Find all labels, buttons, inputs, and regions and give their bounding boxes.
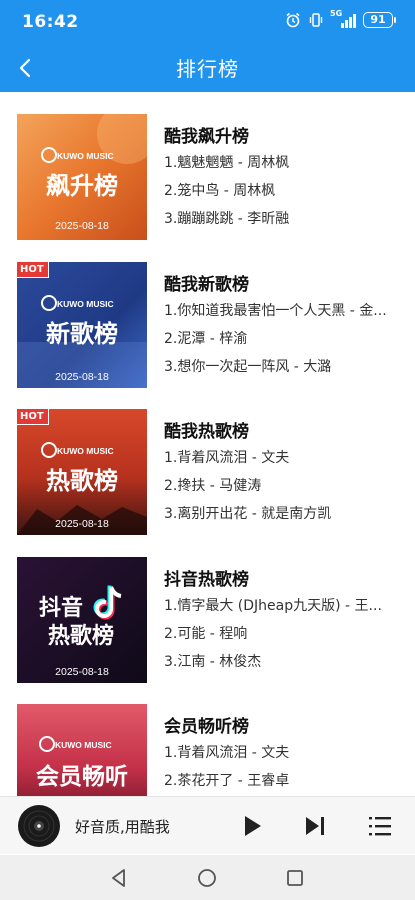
network-type: 5G: [330, 9, 343, 18]
play-icon[interactable]: [240, 813, 264, 839]
hot-badge: HOT: [17, 409, 49, 425]
nav-back-triangle-icon[interactable]: [108, 867, 130, 889]
track-item[interactable]: 2.笼中鸟 - 周林枫: [164, 180, 400, 200]
status-time: 16:42: [22, 12, 79, 32]
track-item[interactable]: 1.背着风流泪 - 文夫: [164, 447, 400, 467]
track-item[interactable]: 2.搀扶 - 马健涛: [164, 475, 400, 495]
chart-cover[interactable]: KUWO MUSIC 热歌榜 2025-08-18 HOT: [17, 409, 147, 535]
track-item[interactable]: 2.茶花开了 - 王睿卓: [164, 770, 400, 790]
track-item[interactable]: 3.离别开出花 - 就是南方凯: [164, 503, 400, 523]
cover-date: 2025-08-18: [55, 666, 109, 678]
album-disc-icon[interactable]: [17, 804, 61, 848]
skip-next-icon[interactable]: [302, 813, 328, 839]
cover-title: 会员畅听: [36, 763, 128, 790]
chart-name: 会员畅听榜: [164, 717, 249, 737]
system-nav-bar: [0, 855, 415, 900]
chart-cover[interactable]: KUWO MUSIC 新歌榜 2025-08-18 HOT: [17, 262, 147, 388]
signal-icon: 5G: [330, 9, 356, 28]
chart-row-hot[interactable]: KUWO MUSIC 热歌榜 2025-08-18 HOT 酷我热歌榜 1.背着…: [0, 409, 415, 557]
status-icons: 5G 91: [285, 9, 396, 28]
nav-recent-square-icon[interactable]: [284, 867, 306, 889]
track-item[interactable]: 1.背着风流泪 - 文夫: [164, 742, 400, 762]
track-item[interactable]: 2.泥潭 - 梓渝: [164, 328, 400, 348]
chart-row-new[interactable]: KUWO MUSIC 新歌榜 2025-08-18 HOT 酷我新歌榜 1.你知…: [0, 262, 415, 410]
status-bar: 16:42 5G 91: [0, 0, 415, 44]
chart-name: 酷我热歌榜: [164, 422, 249, 442]
chart-name: 抖音热歌榜: [164, 570, 249, 590]
chart-row-vip[interactable]: KUWO MUSIC 会员畅听 会员畅听榜 1.背着风流泪 - 文夫 2.茶花开…: [0, 704, 415, 796]
chart-list[interactable]: KUWO MUSIC 飙升榜 2025-08-18 酷我飙升榜 1.魑魅魍魉 -…: [0, 92, 415, 796]
chart-row-douyin[interactable]: 抖音 热歌榜 2025-08-18 抖音热歌榜 1.情字最大 (DJheap九天…: [0, 557, 415, 705]
vibrate-icon: [309, 13, 323, 27]
cover-date: 2025-08-18: [55, 371, 109, 383]
battery-icon: 91: [363, 12, 396, 28]
playlist-icon[interactable]: [366, 813, 394, 839]
cover-title: 新歌榜: [46, 320, 118, 348]
cover-title-line2: 热歌榜: [48, 623, 114, 649]
chart-cover[interactable]: KUWO MUSIC 飙升榜 2025-08-18: [17, 114, 147, 240]
track-item[interactable]: 1.魑魅魍魉 - 周林枫: [164, 152, 400, 172]
track-item[interactable]: 1.情字最大 (DJheap九天版) - 王...: [164, 595, 400, 615]
track-item[interactable]: 3.想你一次起一阵风 - 大潞: [164, 356, 400, 376]
battery-level: 91: [370, 13, 386, 26]
track-item[interactable]: 2.可能 - 程响: [164, 623, 400, 643]
app-header: 排行榜: [0, 44, 415, 92]
cover-brand: KUWO MUSIC: [57, 299, 114, 309]
chart-name: 酷我新歌榜: [164, 275, 249, 295]
cover-title: 热歌榜: [46, 467, 118, 495]
track-item[interactable]: 3.蹦蹦跳跳 - 李昕融: [164, 208, 400, 228]
track-item[interactable]: 1.你知道我最害怕一个人天黑 - 金...: [164, 300, 400, 320]
cover-brand: KUWO MUSIC: [57, 446, 114, 456]
cover-date: 2025-08-18: [55, 220, 109, 232]
cover-title-line1: 抖音: [39, 595, 83, 621]
mini-player[interactable]: 好音质,用酷我: [0, 796, 415, 854]
chart-name: 酷我飙升榜: [164, 127, 249, 147]
nav-home-circle-icon[interactable]: [196, 867, 218, 889]
chart-cover[interactable]: KUWO MUSIC 会员畅听: [17, 704, 147, 796]
alarm-icon: [286, 12, 300, 28]
cover-brand: KUWO MUSIC: [55, 740, 112, 750]
chart-cover[interactable]: 抖音 热歌榜 2025-08-18: [17, 557, 147, 683]
hot-badge: HOT: [17, 262, 49, 278]
track-item[interactable]: 3.江南 - 林俊杰: [164, 651, 400, 671]
cover-title: 飙升榜: [46, 172, 118, 200]
player-text: 好音质,用酷我: [75, 818, 170, 836]
cover-date: 2025-08-18: [55, 518, 109, 530]
chart-row-soaring[interactable]: KUWO MUSIC 飙升榜 2025-08-18 酷我飙升榜 1.魑魅魍魉 -…: [0, 114, 415, 262]
page-title: 排行榜: [176, 57, 239, 81]
cover-brand: KUWO MUSIC: [57, 151, 114, 161]
